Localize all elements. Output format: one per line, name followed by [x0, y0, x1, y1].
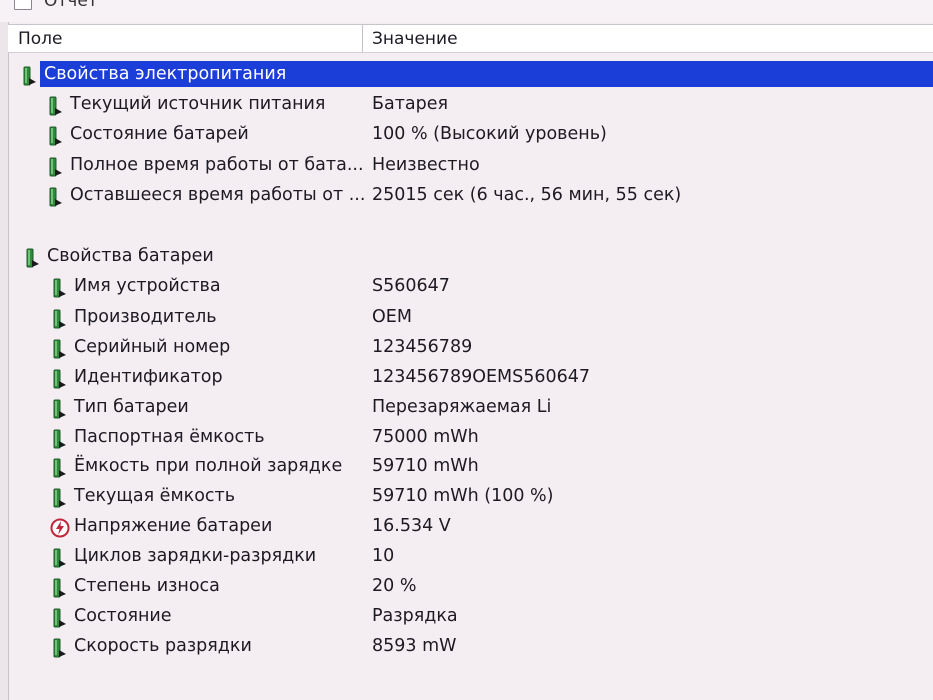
property-value: 123456789 — [372, 337, 473, 357]
property-row[interactable]: Текущая ёмкость 59710 mWh (100 %) — [0, 481, 933, 510]
property-field: Текущий источник питания — [70, 94, 326, 114]
battery-icon — [50, 399, 68, 419]
battery-icon — [46, 96, 64, 116]
battery-icon — [50, 548, 68, 568]
tree-group-label: Свойства батареи — [47, 246, 214, 266]
battery-icon — [50, 278, 68, 298]
property-value: 100 % (Высокий уровень) — [372, 124, 607, 144]
battery-icon — [20, 66, 38, 86]
column-header-field-label: Поле — [18, 29, 63, 49]
property-row[interactable]: Серийный номер 123456789 — [0, 332, 933, 361]
battery-icon — [50, 638, 68, 658]
property-value: 8593 mW — [372, 636, 457, 656]
property-row[interactable]: Скорость разрядки 8593 mW — [0, 631, 933, 660]
property-row[interactable]: Текущий источник питания Батарея — [0, 89, 933, 118]
battery-icon — [50, 339, 68, 359]
property-field: Циклов зарядки-разрядки — [74, 546, 317, 566]
property-row[interactable]: Полное время работы от бата... Неизвестно — [0, 150, 933, 179]
property-field: Паспортная ёмкость — [74, 427, 265, 447]
property-value: Перезаряжаемая Li — [372, 397, 552, 417]
property-field: Идентификатор — [74, 367, 223, 387]
property-field: Состояние батарей — [70, 124, 249, 144]
property-value: 20 % — [372, 576, 417, 596]
property-row[interactable]: Оставшееся время работы от ... 25015 сек … — [0, 180, 933, 209]
property-field: Оставшееся время работы от ... — [70, 185, 366, 205]
tree-group-label: Свойства электропитания — [44, 64, 287, 84]
property-value: Неизвестно — [372, 155, 480, 175]
properties-tree[interactable]: Свойства электропитания Текущий источник … — [0, 52, 933, 700]
tree-group-2[interactable]: Свойства батареи — [0, 241, 933, 270]
report-icon — [14, 0, 32, 10]
battery-icon — [50, 458, 68, 478]
property-row[interactable]: Идентификатор 123456789OEMS560647 — [0, 362, 933, 391]
report-titlebar: Отчет — [0, 0, 933, 22]
column-header: Поле Значение — [8, 24, 933, 53]
tree-group-1[interactable]: Свойства электропитания — [0, 59, 933, 88]
battery-icon — [46, 157, 64, 177]
property-row[interactable]: Имя устройства S560647 — [0, 271, 933, 300]
property-row[interactable]: Паспортная ёмкость 75000 mWh — [0, 422, 933, 451]
property-value: Разрядка — [372, 606, 458, 626]
battery-icon — [23, 248, 41, 268]
property-field: Ёмкость при полной зарядке — [74, 456, 343, 476]
battery-icon — [50, 429, 68, 449]
column-header-value[interactable]: Значение — [363, 25, 923, 52]
property-value: 75000 mWh — [372, 427, 479, 447]
property-value: 59710 mWh (100 %) — [372, 486, 554, 506]
property-value: S560647 — [372, 276, 450, 296]
battery-icon — [50, 608, 68, 628]
property-field: Имя устройства — [74, 276, 221, 296]
property-field: Состояние — [74, 606, 172, 626]
property-row[interactable]: Состояние Разрядка — [0, 601, 933, 630]
property-field: Серийный номер — [74, 337, 231, 357]
property-field: Степень износа — [74, 576, 220, 596]
battery-icon — [50, 488, 68, 508]
property-row[interactable]: Степень износа 20 % — [0, 571, 933, 600]
battery-icon — [46, 187, 64, 207]
property-value: Батарея — [372, 94, 449, 114]
property-value: 25015 сек (6 час., 56 мин, 55 сек) — [372, 185, 682, 205]
property-row[interactable]: Производитель OEM — [0, 302, 933, 331]
property-value: 123456789OEMS560647 — [372, 367, 591, 387]
property-row[interactable]: Напряжение батареи 16.534 V — [0, 511, 933, 540]
property-value: 16.534 V — [372, 516, 451, 536]
battery-icon — [46, 126, 64, 146]
column-header-field[interactable]: Поле — [8, 25, 363, 52]
property-row[interactable]: Циклов зарядки-разрядки 10 — [0, 541, 933, 570]
property-row[interactable]: Ёмкость при полной зарядке 59710 mWh — [0, 451, 933, 480]
property-field: Полное время работы от бата... — [70, 155, 364, 175]
column-header-value-label: Значение — [372, 29, 458, 49]
report-title: Отчет — [44, 0, 98, 11]
property-row[interactable]: Тип батареи Перезаряжаемая Li — [0, 392, 933, 421]
battery-icon — [50, 309, 68, 329]
battery-icon — [50, 578, 68, 598]
property-field: Скорость разрядки — [74, 636, 252, 656]
property-value: 10 — [372, 546, 395, 566]
property-row[interactable]: Состояние батарей 100 % (Высокий уровень) — [0, 119, 933, 148]
battery-icon — [50, 369, 68, 389]
voltage-icon — [50, 518, 70, 538]
property-value: 59710 mWh — [372, 456, 479, 476]
property-field: Напряжение батареи — [74, 516, 273, 536]
property-field: Тип батареи — [74, 397, 189, 417]
property-field: Текущая ёмкость — [74, 486, 236, 506]
property-value: OEM — [372, 307, 412, 327]
property-field: Производитель — [74, 307, 217, 327]
